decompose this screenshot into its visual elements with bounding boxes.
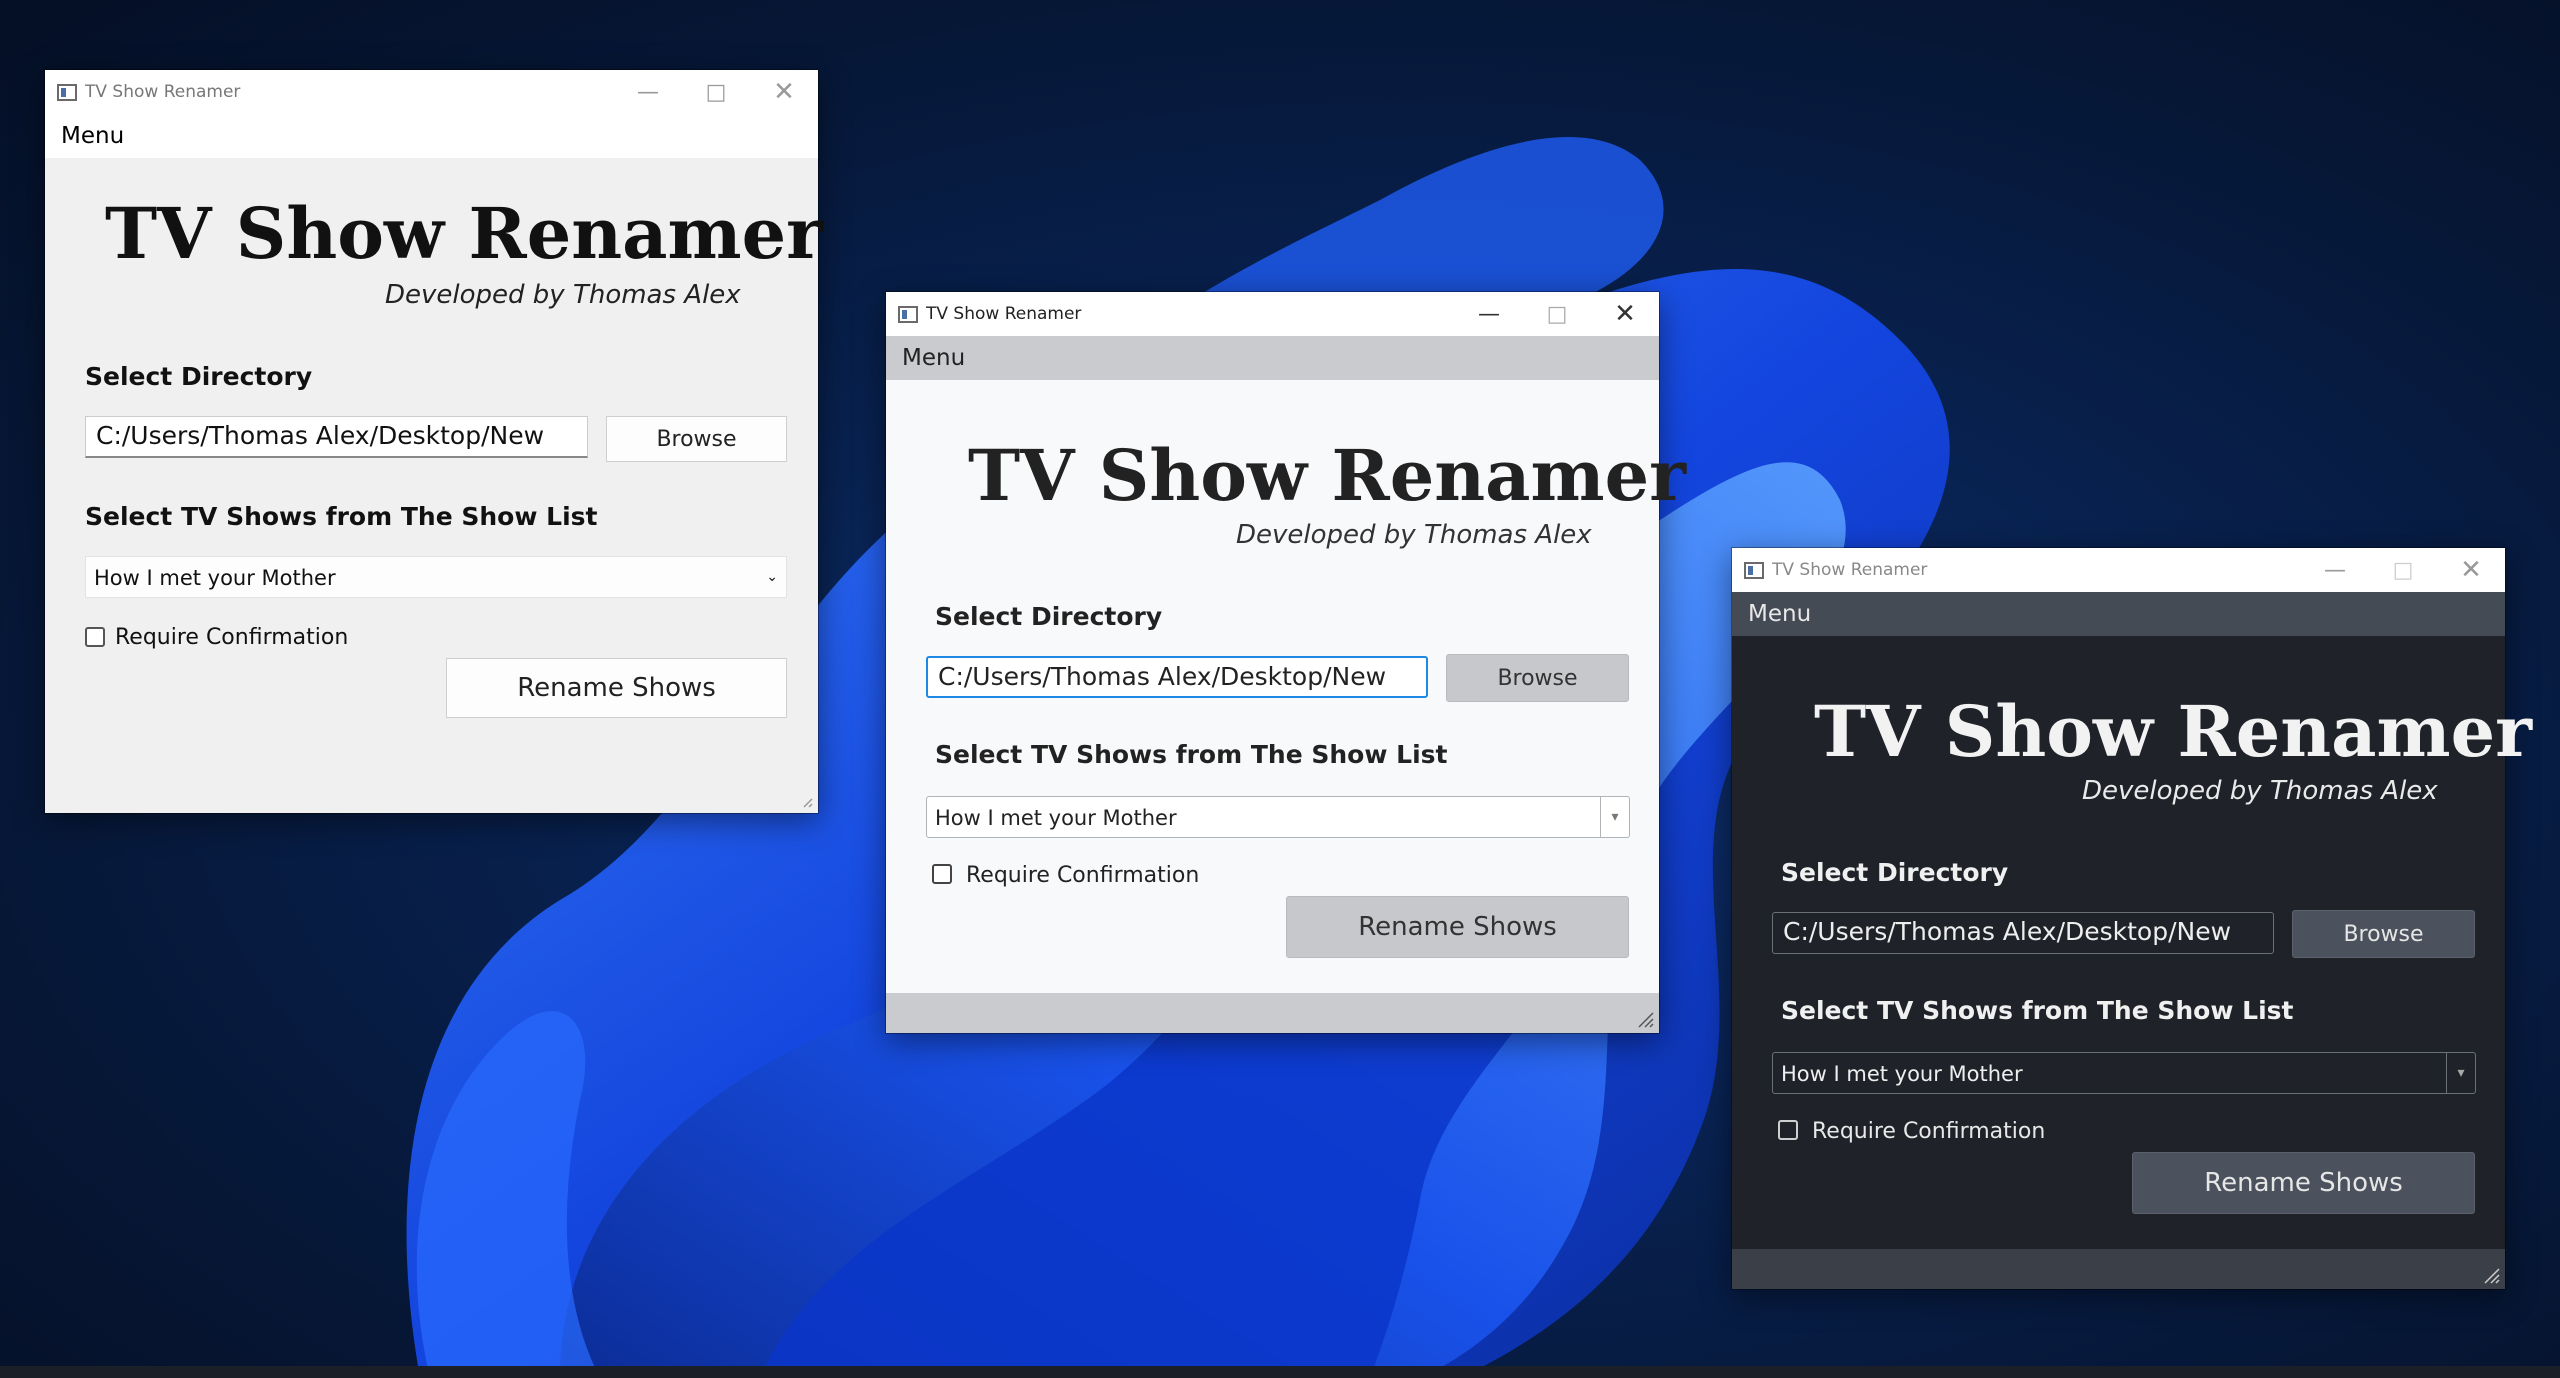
rename-shows-button[interactable]: Rename Shows (2132, 1152, 2475, 1214)
require-confirmation-label: Require Confirmation (966, 863, 1200, 888)
app-window-light: TV Show Renamer — □ ✕ Menu TV Show Renam… (886, 292, 1686, 1033)
require-confirmation-label: Require Confirmation (1812, 1119, 2046, 1144)
menu-button[interactable]: Menu (1748, 601, 1811, 627)
app-window-classic: TV Show Renamer — □ ✕ Menu TV Show Renam… (45, 70, 823, 813)
rename-shows-button[interactable]: Rename Shows (446, 658, 787, 718)
maximize-icon[interactable]: □ (2373, 552, 2433, 588)
selected-show: How I met your Mother (935, 806, 1177, 830)
select-shows-label: Select TV Shows from The Show List (85, 502, 598, 531)
status-bar (1732, 1249, 2505, 1289)
chevron-down-icon: ▾ (2446, 1053, 2475, 1093)
close-icon[interactable]: ✕ (1595, 296, 1655, 332)
selected-show: How I met your Mother (94, 566, 336, 590)
app-window-dark: TV Show Renamer — □ ✕ Menu TV Show Renam… (1732, 548, 2532, 1289)
select-shows-label: Select TV Shows from The Show List (1781, 996, 2294, 1025)
status-bar (886, 993, 1659, 1033)
directory-input[interactable]: C:/Users/Thomas Alex/Desktop/New (1772, 912, 2274, 954)
rename-shows-button[interactable]: Rename Shows (1286, 896, 1629, 958)
maximize-icon[interactable]: □ (686, 74, 746, 110)
select-shows-label: Select TV Shows from The Show List (935, 740, 1448, 769)
app-window-icon (57, 84, 77, 101)
show-list-dropdown[interactable]: How I met your Mother ▾ (926, 796, 1630, 838)
minimize-icon[interactable]: — (618, 74, 678, 110)
window-title: TV Show Renamer (926, 304, 1082, 324)
title-bar[interactable]: TV Show Renamer — □ ✕ (1732, 548, 2505, 592)
menu-bar: Menu (886, 336, 1659, 380)
window-title: TV Show Renamer (1772, 560, 1928, 580)
require-confirmation-checkbox[interactable] (85, 627, 105, 647)
developer-credit: Developed by Thomas Alex (2082, 776, 2438, 806)
directory-input[interactable]: C:/Users/Thomas Alex/Desktop/New (926, 656, 1428, 698)
show-list-dropdown[interactable]: How I met your Mother ▾ (1772, 1052, 2476, 1094)
chevron-down-icon: ▾ (1600, 797, 1629, 837)
chevron-down-icon: ⌄ (766, 569, 778, 585)
close-icon[interactable]: ✕ (2441, 552, 2501, 588)
show-list-dropdown[interactable]: How I met your Mother ⌄ (85, 556, 787, 598)
selected-show: How I met your Mother (1781, 1062, 2023, 1086)
app-heading: TV Show Renamer (1814, 690, 2532, 773)
browse-button[interactable]: Browse (2292, 910, 2475, 958)
minimize-icon[interactable]: — (2305, 552, 2365, 588)
app-heading: TV Show Renamer (968, 434, 1686, 517)
select-directory-label: Select Directory (935, 602, 1163, 631)
resize-grip-icon[interactable] (2481, 1265, 2501, 1285)
app-window-icon (898, 306, 918, 323)
select-directory-label: Select Directory (1781, 858, 2009, 887)
require-confirmation-label: Require Confirmation (115, 625, 349, 650)
resize-grip-icon[interactable] (1635, 1009, 1655, 1029)
directory-input[interactable]: C:/Users/Thomas Alex/Desktop/New (85, 416, 588, 458)
window-title: TV Show Renamer (85, 82, 241, 102)
resize-grip-icon[interactable] (794, 789, 814, 809)
title-bar[interactable]: TV Show Renamer — □ ✕ (886, 292, 1659, 336)
browse-button[interactable]: Browse (606, 416, 787, 462)
require-confirmation-checkbox[interactable] (932, 864, 952, 884)
developer-credit: Developed by Thomas Alex (1236, 520, 1592, 550)
require-confirmation-checkbox[interactable] (1778, 1120, 1798, 1140)
app-heading: TV Show Renamer (105, 192, 823, 275)
menu-bar: Menu (45, 114, 818, 158)
menu-button[interactable]: Menu (61, 123, 124, 149)
title-bar[interactable]: TV Show Renamer — □ ✕ (45, 70, 818, 114)
browse-button[interactable]: Browse (1446, 654, 1629, 702)
minimize-icon[interactable]: — (1459, 296, 1519, 332)
select-directory-label: Select Directory (85, 362, 313, 391)
taskbar-strip (0, 1366, 2560, 1378)
maximize-icon[interactable]: □ (1527, 296, 1587, 332)
app-window-icon (1744, 562, 1764, 579)
close-icon[interactable]: ✕ (754, 74, 814, 110)
menu-bar: Menu (1732, 592, 2505, 636)
developer-credit: Developed by Thomas Alex (385, 280, 741, 310)
menu-button[interactable]: Menu (902, 345, 965, 371)
